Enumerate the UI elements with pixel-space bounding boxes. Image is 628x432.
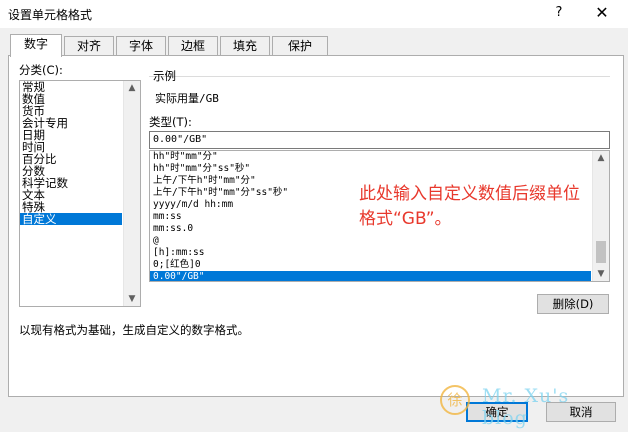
- type-input[interactable]: 0.00"/GB": [149, 131, 610, 149]
- scroll-down-icon[interactable]: ▼: [593, 267, 609, 281]
- category-scrollbar[interactable]: ▲ ▼: [123, 81, 140, 306]
- description-text: 以现有格式为基础，生成自定义的数字格式。: [19, 323, 249, 337]
- tab-bar: 数字 对齐 字体 边框 填充 保护: [8, 34, 624, 57]
- scroll-up-icon[interactable]: ▲: [124, 81, 140, 95]
- format-item[interactable]: [h]:mm:ss: [150, 247, 609, 259]
- format-item[interactable]: @: [150, 235, 609, 247]
- tab-fill[interactable]: 填充: [220, 36, 270, 56]
- tab-font[interactable]: 字体: [116, 36, 166, 56]
- scroll-up-icon[interactable]: ▲: [593, 151, 609, 165]
- scroll-down-icon[interactable]: ▼: [124, 292, 140, 306]
- number-tab-panel: 分类(C): 常规 数值 货币 会计专用 日期 时间 百分比 分数 科学记数 文…: [8, 55, 624, 397]
- sample-value: 实际用量/GB: [155, 92, 219, 105]
- category-label: 分类(C):: [19, 63, 63, 77]
- format-item[interactable]: hh"时"mm"分"ss"秒": [150, 163, 609, 175]
- tab-border[interactable]: 边框: [168, 36, 218, 56]
- annotation-text: 此处输入自定义数值后缀单位 格式“GB”。: [359, 182, 619, 232]
- close-button[interactable]: ✕: [590, 2, 614, 24]
- format-item-selected[interactable]: 0.00"/GB": [150, 271, 591, 281]
- category-list[interactable]: 常规 数值 货币 会计专用 日期 时间 百分比 分数 科学记数 文本 特殊 自定…: [19, 80, 141, 307]
- format-item[interactable]: 0;[红色]0: [150, 259, 609, 271]
- format-item[interactable]: hh"时"mm"分": [150, 151, 609, 163]
- tab-alignment[interactable]: 对齐: [64, 36, 114, 56]
- dialog-title: 设置单元格格式: [8, 8, 93, 22]
- help-button[interactable]: ?: [548, 2, 570, 24]
- title-bar: 设置单元格格式 ? ✕: [0, 0, 628, 28]
- type-label: 类型(T):: [149, 115, 192, 129]
- ok-button[interactable]: 确定: [466, 402, 528, 422]
- category-item-selected[interactable]: 自定义: [20, 213, 122, 225]
- cancel-button[interactable]: 取消: [546, 402, 616, 422]
- scroll-thumb[interactable]: [596, 241, 606, 263]
- annotation-line-2: 格式“GB”。: [359, 209, 452, 229]
- annotation-line-1: 此处输入自定义数值后缀单位: [359, 184, 580, 204]
- sample-label: 示例: [153, 69, 176, 83]
- tab-number[interactable]: 数字: [10, 34, 62, 57]
- delete-button[interactable]: 删除(D): [537, 294, 609, 314]
- tab-protection[interactable]: 保护: [272, 36, 328, 56]
